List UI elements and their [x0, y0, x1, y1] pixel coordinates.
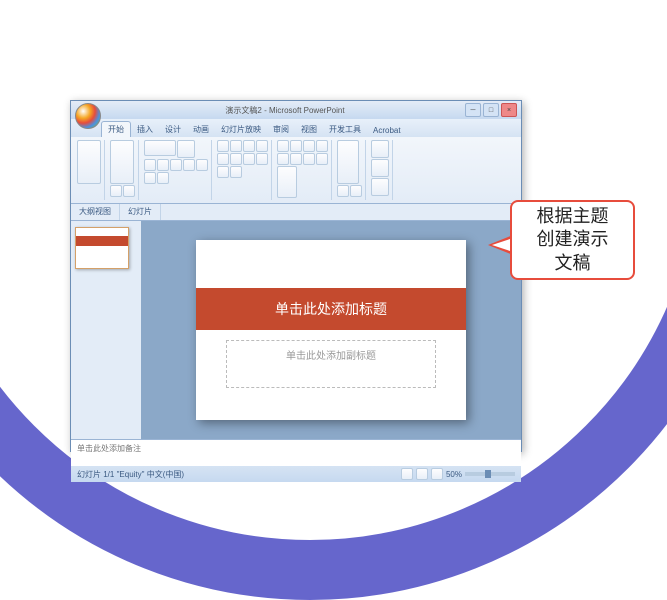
status-left: 幻灯片 1/1 "Equity" 中文(中国): [77, 469, 184, 480]
thumbnail-panel: [71, 221, 141, 439]
shape-rect-button[interactable]: [277, 140, 289, 152]
callout-text: 根据主题 创建演示 文稿: [537, 205, 609, 275]
tab-acrobat[interactable]: Acrobat: [367, 124, 407, 137]
ribbon-group-font: [141, 140, 212, 200]
slides-tab[interactable]: 幻灯片: [120, 204, 161, 220]
shape-more3-button[interactable]: [303, 153, 315, 165]
italic-button[interactable]: [157, 159, 169, 171]
font-color-button[interactable]: [144, 172, 156, 184]
slide-canvas[interactable]: 单击此处添加标题 单击此处添加副标题: [196, 240, 466, 420]
quick-style-button[interactable]: [337, 140, 359, 184]
bullets-button[interactable]: [217, 140, 229, 152]
shape-line-button[interactable]: [303, 140, 315, 152]
numbering-button[interactable]: [230, 140, 242, 152]
tab-home[interactable]: 开始: [101, 121, 131, 137]
annotation-callout: 根据主题 创建演示 文稿: [510, 200, 635, 280]
align-left-button[interactable]: [217, 153, 229, 165]
powerpoint-window: 演示文稿2 - Microsoft PowerPoint ─ □ × 开始 插入…: [70, 100, 522, 452]
ribbon-group-paragraph: [214, 140, 272, 200]
shape-more2-button[interactable]: [290, 153, 302, 165]
reset-button[interactable]: [123, 185, 135, 197]
align-right-button[interactable]: [243, 153, 255, 165]
work-area: 单击此处添加标题 单击此处添加副标题: [71, 221, 521, 439]
find-button[interactable]: [371, 140, 389, 158]
indent-inc-button[interactable]: [256, 140, 268, 152]
tab-review[interactable]: 审阅: [267, 122, 295, 137]
view-sorter-button[interactable]: [416, 468, 428, 480]
shape-fill-button[interactable]: [337, 185, 349, 197]
align-center-button[interactable]: [230, 153, 242, 165]
shadow-button[interactable]: [196, 159, 208, 171]
font-select[interactable]: [144, 140, 176, 156]
status-bar: 幻灯片 1/1 "Equity" 中文(中国) 50%: [71, 466, 521, 482]
view-normal-button[interactable]: [401, 468, 413, 480]
shape-more4-button[interactable]: [316, 153, 328, 165]
view-show-button[interactable]: [431, 468, 443, 480]
title-bar: 演示文稿2 - Microsoft PowerPoint ─ □ ×: [71, 101, 521, 119]
ribbon-group-slides: [107, 140, 139, 200]
zoom-controls: 50%: [401, 468, 515, 480]
pane-tabs: 大纲视图 幻灯片: [71, 204, 521, 221]
minimize-button[interactable]: ─: [465, 103, 481, 117]
strike-button[interactable]: [183, 159, 195, 171]
ribbon-group-clipboard: [74, 140, 105, 200]
indent-dec-button[interactable]: [243, 140, 255, 152]
tab-dev[interactable]: 开发工具: [323, 122, 367, 137]
slide-editor: 单击此处添加标题 单击此处添加副标题: [141, 221, 521, 439]
title-placeholder[interactable]: 单击此处添加标题: [196, 288, 466, 330]
font-size[interactable]: [177, 140, 195, 158]
tab-slideshow[interactable]: 幻灯片放映: [215, 122, 267, 137]
window-title: 演示文稿2 - Microsoft PowerPoint: [105, 105, 465, 116]
ribbon-group-style: [334, 140, 366, 200]
replace-button[interactable]: [371, 159, 389, 177]
bold-button[interactable]: [144, 159, 156, 171]
select-button[interactable]: [371, 178, 389, 196]
tab-animation[interactable]: 动画: [187, 122, 215, 137]
underline-button[interactable]: [170, 159, 182, 171]
office-button[interactable]: [75, 103, 101, 129]
char-spacing-button[interactable]: [157, 172, 169, 184]
tab-insert[interactable]: 插入: [131, 122, 159, 137]
close-button[interactable]: ×: [501, 103, 517, 117]
arrange-button[interactable]: [277, 166, 297, 198]
columns-button[interactable]: [217, 166, 229, 178]
paste-button[interactable]: [77, 140, 101, 184]
shape-oval-button[interactable]: [290, 140, 302, 152]
shape-arrow-button[interactable]: [316, 140, 328, 152]
ribbon-tabs: 开始 插入 设计 动画 幻灯片放映 审阅 视图 开发工具 Acrobat: [71, 119, 521, 137]
ribbon-group-drawing: [274, 140, 332, 200]
zoom-value: 50%: [446, 470, 462, 479]
tab-design[interactable]: 设计: [159, 122, 187, 137]
thumb-title-bar: [76, 236, 128, 246]
shape-outline-button[interactable]: [350, 185, 362, 197]
subtitle-placeholder[interactable]: 单击此处添加副标题: [226, 340, 436, 388]
justify-button[interactable]: [256, 153, 268, 165]
maximize-button[interactable]: □: [483, 103, 499, 117]
ribbon-group-editing: [368, 140, 393, 200]
outline-tab[interactable]: 大纲视图: [71, 204, 120, 220]
zoom-thumb[interactable]: [485, 470, 491, 478]
notes-pane[interactable]: 单击此处添加备注: [71, 439, 521, 466]
ribbon: [71, 137, 521, 204]
shape-more1-button[interactable]: [277, 153, 289, 165]
zoom-slider[interactable]: [465, 472, 515, 476]
layout-button[interactable]: [110, 185, 122, 197]
text-dir-button[interactable]: [230, 166, 242, 178]
new-slide-button[interactable]: [110, 140, 134, 184]
slide-thumbnail-1[interactable]: [75, 227, 129, 269]
tab-view[interactable]: 视图: [295, 122, 323, 137]
